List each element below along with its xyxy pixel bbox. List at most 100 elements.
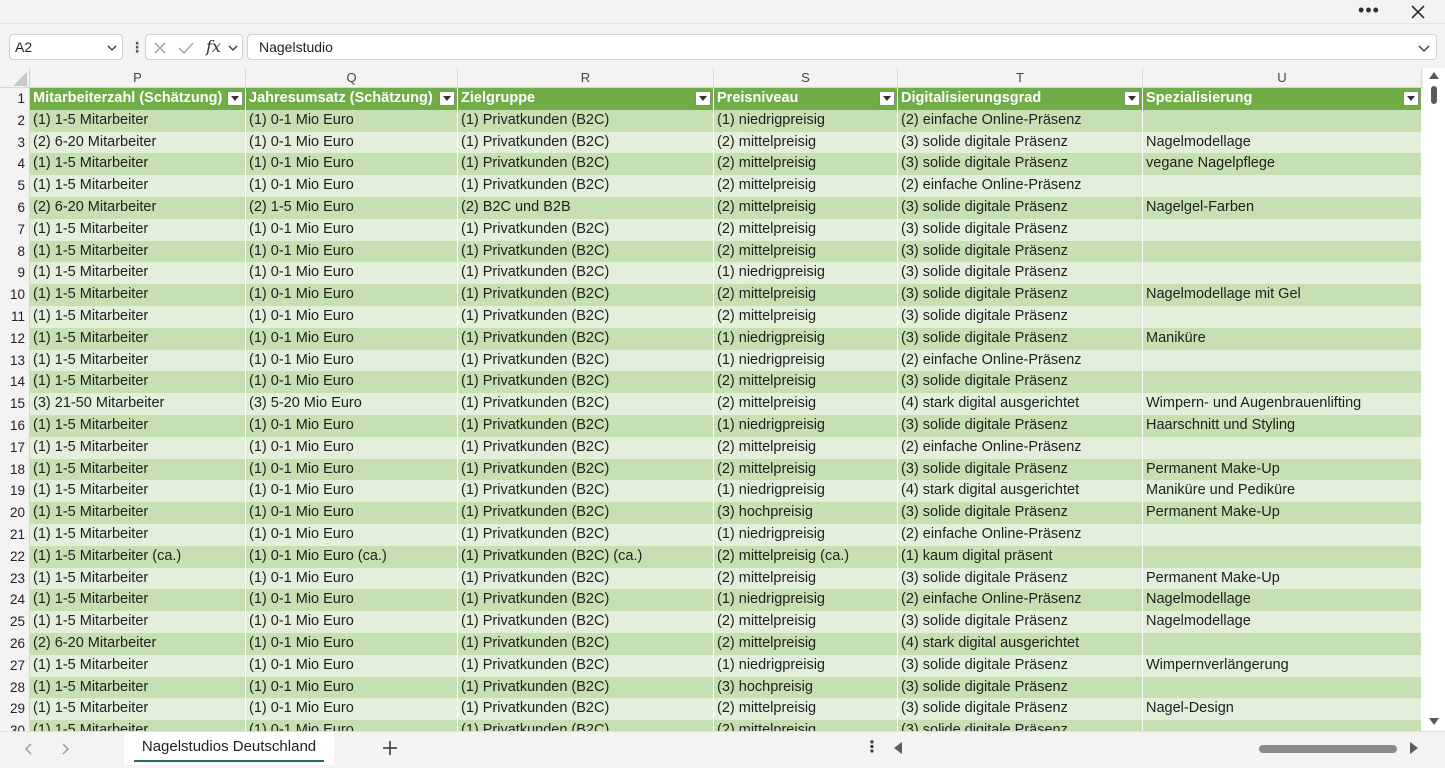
table-cell[interactable]: (1) 0-1 Mio Euro [246,218,458,241]
table-cell[interactable]: Nagelmodellage mit Gel [1143,284,1422,306]
table-cell[interactable]: (4) stark digital ausgerichtet [898,632,1143,655]
table-cell[interactable] [1143,632,1422,655]
row-header[interactable]: 13 [0,349,30,372]
table-cell[interactable]: (3) solide digitale Präsenz [898,240,1143,263]
table-cell[interactable]: (1) 0-1 Mio Euro [246,262,458,285]
table-cell[interactable]: (2) mittelpreisig [714,371,898,394]
row-header[interactable]: 4 [0,153,30,176]
table-cell[interactable]: (3) solide digitale Präsenz [898,327,1143,350]
scroll-right-icon[interactable] [1409,742,1419,754]
table-cell[interactable]: (3) solide digitale Präsenz [898,284,1143,306]
table-cell[interactable]: (3) solide digitale Präsenz [898,676,1143,699]
table-cell[interactable]: (2) B2C und B2B [458,196,714,219]
table-cell[interactable]: (1) Privatkunden (B2C) (ca.) [458,545,714,568]
table-cell[interactable]: (2) mittelpreisig [714,611,898,633]
table-cell[interactable] [1143,371,1422,394]
table-cell[interactable]: (3) 21-50 Mitarbeiter [30,393,246,415]
row-header[interactable]: 16 [0,414,30,437]
table-cell[interactable]: (1) 0-1 Mio Euro [246,523,458,546]
table-cell[interactable] [1143,720,1422,731]
table-cell[interactable]: (1) 0-1 Mio Euro [246,567,458,590]
table-cell[interactable]: (1) Privatkunden (B2C) [458,458,714,481]
table-cell[interactable] [1143,545,1422,568]
table-cell[interactable]: (1) 0-1 Mio Euro [246,109,458,132]
table-cell[interactable]: (1) 1-5 Mitarbeiter [30,414,246,437]
table-cell[interactable]: (1) 0-1 Mio Euro [246,458,458,481]
table-cell[interactable]: (1) Privatkunden (B2C) [458,676,714,699]
table-cell[interactable]: (1) niedrigpreisig [714,349,898,372]
table-cell[interactable]: (1) 1-5 Mitarbeiter [30,371,246,394]
table-cell[interactable]: (1) 1-5 Mitarbeiter [30,589,246,612]
table-cell[interactable] [1143,218,1422,241]
table-cell[interactable]: (3) 5-20 Mio Euro [246,393,458,415]
table-cell[interactable]: (1) Privatkunden (B2C) [458,698,714,721]
table-cell[interactable] [1143,676,1422,699]
table-cell[interactable]: (2) mittelpreisig [714,632,898,655]
chevron-down-icon[interactable] [107,43,117,53]
table-cell[interactable]: (1) Privatkunden (B2C) [458,240,714,263]
table-cell[interactable]: Nagelmodellage [1143,131,1422,154]
row-header[interactable]: 1 [0,88,30,110]
table-cell[interactable]: (1) 0-1 Mio Euro [246,371,458,394]
row-header[interactable]: 18 [0,458,30,481]
row-header[interactable]: 3 [0,131,30,154]
row-header[interactable]: 5 [0,175,30,197]
table-cell[interactable]: (1) Privatkunden (B2C) [458,567,714,590]
table-cell[interactable]: vegane Nagelpflege [1143,153,1422,176]
table-cell[interactable]: (1) 0-1 Mio Euro [246,284,458,306]
select-all-corner[interactable] [0,68,30,88]
column-header-u[interactable]: U [1143,68,1422,88]
table-cell[interactable]: Maniküre [1143,327,1422,350]
table-cell[interactable]: (1) Privatkunden (B2C) [458,720,714,731]
table-cell[interactable]: (1) 0-1 Mio Euro [246,436,458,459]
row-header[interactable]: 29 [0,698,30,721]
table-cell[interactable]: (1) niedrigpreisig [714,523,898,546]
table-cell[interactable]: (1) Privatkunden (B2C) [458,175,714,197]
row-header[interactable]: 24 [0,589,30,612]
table-header-cell[interactable]: Digitalisierungsgrad [898,88,1143,110]
column-header-r[interactable]: R [458,68,714,88]
table-cell[interactable]: (1) Privatkunden (B2C) [458,654,714,677]
table-cell[interactable] [1143,240,1422,263]
table-cell[interactable]: (1) 1-5 Mitarbeiter [30,523,246,546]
table-cell[interactable]: (1) 1-5 Mitarbeiter [30,262,246,285]
row-header[interactable]: 14 [0,371,30,394]
filter-dropdown-button[interactable] [1124,91,1140,106]
table-cell[interactable]: (2) mittelpreisig [714,284,898,306]
table-cell[interactable]: (1) Privatkunden (B2C) [458,371,714,394]
table-cell[interactable]: (1) 1-5 Mitarbeiter [30,305,246,328]
table-cell[interactable]: (1) 1-5 Mitarbeiter [30,327,246,350]
table-cell[interactable]: (1) Privatkunden (B2C) [458,632,714,655]
row-header[interactable]: 6 [0,196,30,219]
table-cell[interactable]: (1) 0-1 Mio Euro [246,175,458,197]
scroll-down-icon[interactable] [1429,718,1439,726]
table-cell[interactable]: Nagelmodellage [1143,589,1422,612]
table-cell[interactable]: (2) einfache Online-Präsenz [898,436,1143,459]
table-cell[interactable]: (1) 0-1 Mio Euro (ca.) [246,545,458,568]
table-cell[interactable]: (1) 0-1 Mio Euro [246,349,458,372]
table-cell[interactable]: (1) 1-5 Mitarbeiter [30,175,246,197]
table-cell[interactable]: (1) 0-1 Mio Euro [246,502,458,524]
row-header[interactable]: 20 [0,502,30,524]
table-cell[interactable]: (1) 1-5 Mitarbeiter [30,436,246,459]
table-cell[interactable]: (1) 1-5 Mitarbeiter [30,218,246,241]
table-cell[interactable]: (2) einfache Online-Präsenz [898,589,1143,612]
vertical-scrollbar[interactable] [1423,68,1445,731]
table-cell[interactable]: (2) einfache Online-Präsenz [898,109,1143,132]
table-cell[interactable] [1143,109,1422,132]
table-cell[interactable]: (1) 0-1 Mio Euro [246,589,458,612]
table-cell[interactable]: (1) 1-5 Mitarbeiter [30,676,246,699]
row-header[interactable]: 25 [0,611,30,633]
table-cell[interactable]: (2) mittelpreisig [714,436,898,459]
table-cell[interactable]: Wimpernverlängerung [1143,654,1422,677]
table-cell[interactable]: (2) mittelpreisig [714,218,898,241]
chevron-down-icon[interactable] [228,43,238,53]
row-header[interactable]: 21 [0,523,30,546]
check-icon[interactable] [178,41,194,55]
table-header-cell[interactable]: Zielgruppe [458,88,714,110]
table-cell[interactable]: (1) Privatkunden (B2C) [458,109,714,132]
table-cell[interactable]: (1) 1-5 Mitarbeiter [30,153,246,176]
table-cell[interactable]: (3) solide digitale Präsenz [898,458,1143,481]
fx-icon[interactable]: fx [206,37,221,56]
table-cell[interactable]: (1) niedrigpreisig [714,262,898,285]
